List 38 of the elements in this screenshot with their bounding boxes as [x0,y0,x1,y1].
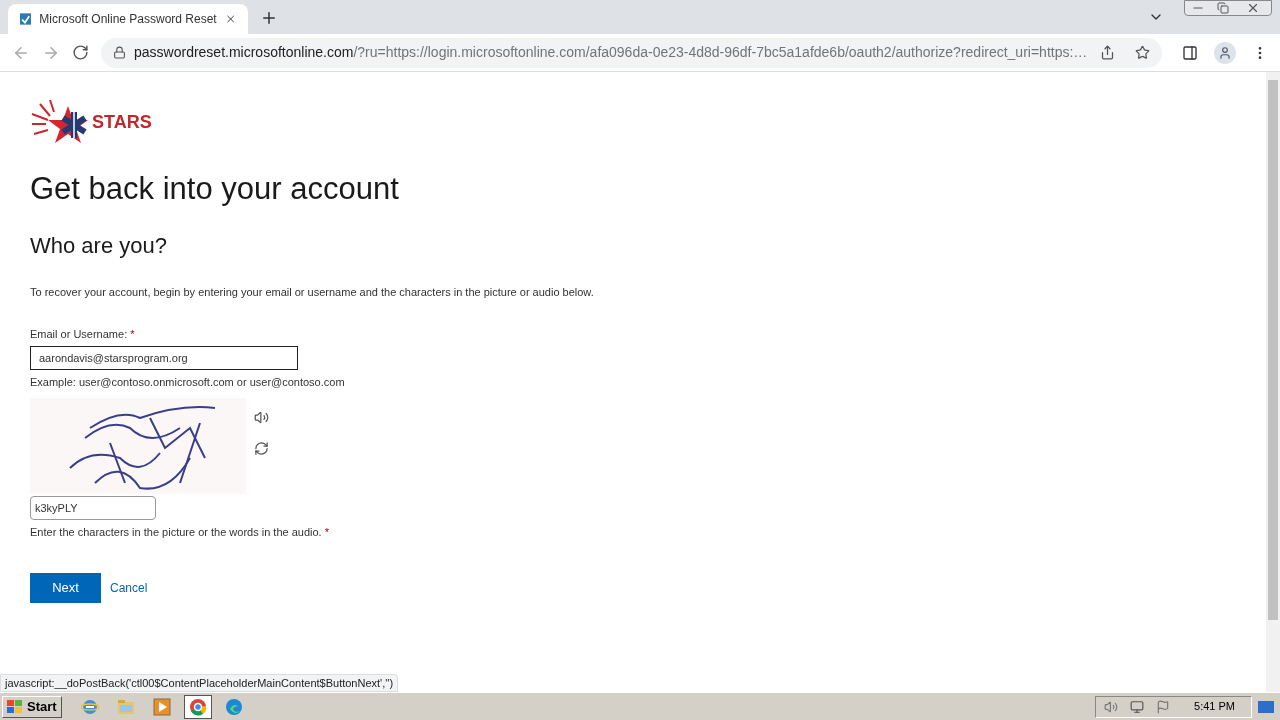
captcha-hint: Enter the characters in the picture or the words in the audio. * [30,525,330,541]
swirl-icon [224,697,243,716]
share-icon[interactable] [1100,45,1115,60]
folder-icon [116,698,135,715]
start-button[interactable]: Start [2,695,62,718]
clock-text: 5:41 PM [1194,699,1235,715]
lock-icon [113,46,126,59]
taskbar-app[interactable] [183,694,212,719]
windows-flag-icon [7,699,23,714]
tab-favicon [20,11,32,27]
side-panel-icon[interactable] [1182,44,1198,61]
next-button[interactable]: Next [30,572,101,603]
logo-text: STARS [92,110,152,134]
email-field[interactable]: aarondavis@starsprogram.org [30,345,298,370]
cancel-link[interactable]: Cancel [110,578,148,597]
flag-icon[interactable] [1156,699,1171,714]
reload-icon[interactable] [72,44,89,61]
star-icon[interactable] [1135,45,1150,60]
globe-e-icon [80,697,99,716]
url-text: passwordreset.microsoftonline.com/?ru=https://login.microsoftonline.com/afa096da-0e23-4d8d-96df-7bc5a1afde6b/oauth2/authorize?redirect_uri=https:… [134,43,1089,62]
chrome-icon [188,697,207,716]
play-icon [152,697,171,716]
example-text: Example: user@contoso.onmicrosoft.com or user@contoso.com [30,374,346,390]
network-icon[interactable] [1130,699,1145,714]
speaker-icon[interactable] [254,410,269,426]
scrollbar[interactable] [1266,72,1280,692]
address-bar[interactable]: passwordreset.microsoftonline.com/?ru=https://login.microsoftonline.com/afa096da-0e23-4d8d-96df-7bc5a1afde6b/oauth2/authorize?redirect_uri=https:… [101,37,1162,68]
refresh-icon[interactable] [254,441,269,457]
page-title: Get back into your account [30,170,400,208]
field-label: Email or Username: * [30,327,136,343]
intro-text: To recover your account, begin by entering your email or username and the characters in the picture or audio below. [30,284,595,300]
captcha-field[interactable]: k3kyPLY [30,496,156,521]
show-desktop-icon[interactable] [1258,700,1274,713]
status-link-text: javascript:__doPostBack('ctl00$ContentPlaceholderMainContent$ButtonNext','') [0,674,399,692]
new-tab-icon[interactable] [260,9,278,27]
profile-avatar[interactable] [1214,41,1236,64]
section-heading: Who are you? [30,231,168,260]
browser-tab[interactable]: Microsoft Online Password Reset [8,4,248,34]
